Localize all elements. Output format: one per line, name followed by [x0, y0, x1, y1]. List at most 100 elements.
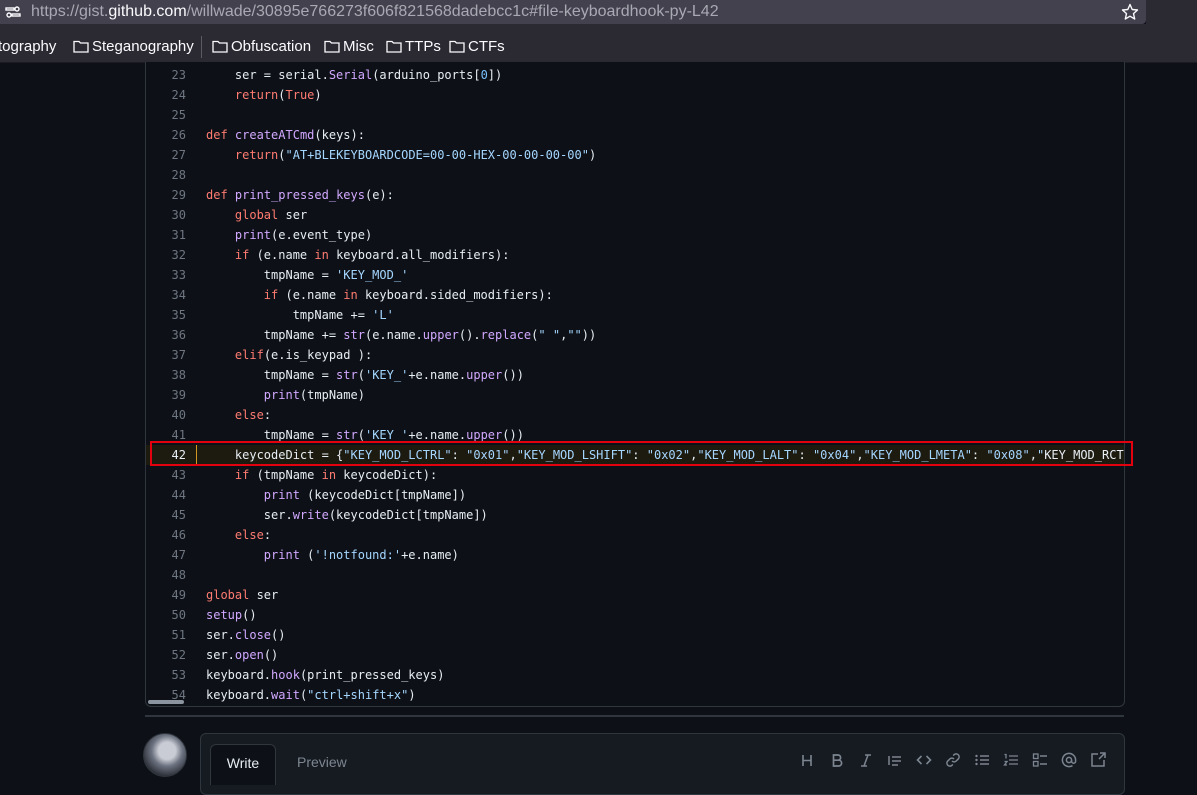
tab-write[interactable]: Write — [210, 744, 276, 785]
line-number[interactable]: 40 — [146, 405, 186, 425]
code-icon[interactable] — [916, 752, 932, 768]
line-number[interactable]: 52 — [146, 645, 186, 665]
task-list-icon[interactable] — [1032, 752, 1048, 768]
code-text: print(e.event_type) — [234, 228, 373, 242]
mention-icon[interactable] — [1061, 752, 1077, 768]
reference-icon[interactable] — [1090, 752, 1106, 768]
ordered-list-icon[interactable] — [1003, 752, 1019, 768]
line-number[interactable]: 51 — [146, 625, 186, 645]
url-bar[interactable]: https://gist.github.com/willwade/30895e7… — [0, 0, 1146, 24]
code-text: if (tmpName in keycodeDict): — [234, 468, 438, 482]
code-text: if (e.name in keyboard.all_modifiers): — [234, 248, 510, 262]
bookmarks-bar: tography Steganography Obfuscation Misc … — [0, 24, 1197, 63]
line-number[interactable]: 27 — [146, 145, 186, 165]
line-number[interactable]: 34 — [146, 285, 186, 305]
code-text: keyboard.hook(print_pressed_keys) — [206, 668, 445, 682]
url-domain: github.com — [108, 3, 187, 20]
line-number[interactable]: 48 — [146, 565, 186, 585]
code-line: 51 ser.close() — [146, 625, 1124, 645]
line-number[interactable]: 50 — [146, 605, 186, 625]
code-text: tmpName = str('KEY_'+e.name.upper()) — [206, 368, 524, 382]
code-line: 53 keyboard.hook(print_pressed_keys) — [146, 665, 1124, 685]
line-number[interactable]: 36 — [146, 325, 186, 345]
code-line: 44 print (keycodeDict[tmpName]) — [146, 485, 1124, 505]
code-text: keyboard.wait("ctrl+shift+x") — [206, 688, 416, 702]
code-line: 30 global ser — [146, 205, 1124, 225]
bookmark-star-icon[interactable] — [1121, 3, 1139, 21]
line-number[interactable]: 44 — [146, 485, 186, 505]
code-line: 38 tmpName = str('KEY_'+e.name.upper()) — [146, 365, 1124, 385]
line-number[interactable]: 41 — [146, 425, 186, 445]
code-line: 31 print(e.event_type) — [146, 225, 1124, 245]
line-number[interactable]: 42 — [146, 445, 186, 465]
line-number[interactable]: 29 — [146, 185, 186, 205]
line-number[interactable]: 28 — [146, 165, 186, 185]
bold-icon[interactable] — [829, 752, 845, 768]
code-text: else: — [234, 528, 272, 542]
browser-chrome — [1146, 0, 1197, 24]
code-text: print(tmpName) — [263, 388, 365, 402]
code-line: 37 elif(e.is_keypad ): — [146, 345, 1124, 365]
tab-preview[interactable]: Preview — [297, 752, 347, 772]
line-number[interactable]: 53 — [146, 665, 186, 685]
bookmark-folder-label: Obfuscation — [231, 38, 312, 55]
url-prefix: https://gist. — [31, 3, 109, 20]
unordered-list-icon[interactable] — [974, 752, 990, 768]
code-line: 50 setup() — [146, 605, 1124, 625]
folder-icon — [73, 40, 89, 53]
horizontal-scrollbar[interactable] — [148, 700, 184, 704]
line-number[interactable]: 45 — [146, 505, 186, 525]
code-line: 54 keyboard.wait("ctrl+shift+x") — [146, 685, 1124, 705]
code-line: 52 ser.open() — [146, 645, 1124, 665]
code-view: 54 keyboard.wait("ctrl+shift+x") 53 keyboar… — [145, 62, 1125, 707]
quote-icon[interactable] — [887, 752, 903, 768]
line-number[interactable]: 23 — [146, 65, 186, 85]
comment-editor: Write Preview — [200, 733, 1125, 795]
bookmark-folder-label: Steganography — [92, 38, 194, 55]
url-text[interactable]: https://gist.github.com/willwade/30895e7… — [31, 3, 719, 21]
code-line: 34 if (e.name in keyboard.sided_modifier… — [146, 285, 1124, 305]
line-number[interactable]: 30 — [146, 205, 186, 225]
code-text: ser.write(keycodeDict[tmpName]) — [206, 508, 488, 522]
line-number[interactable]: 26 — [146, 125, 186, 145]
line-number[interactable]: 47 — [146, 545, 186, 565]
code-line: 47 print ('!notfound:'+e.name) — [146, 545, 1124, 565]
section-divider — [145, 715, 1124, 717]
line-number[interactable]: 32 — [146, 245, 186, 265]
folder-icon — [212, 40, 228, 53]
bookmark-folder-label: TTPs — [405, 38, 441, 55]
line-number[interactable]: 43 — [146, 465, 186, 485]
line-number[interactable]: 49 — [146, 585, 186, 605]
line-number[interactable]: 39 — [146, 385, 186, 405]
code-line: 36 tmpName += str(e.name.upper().replace… — [146, 325, 1124, 345]
line-number[interactable]: 38 — [146, 365, 186, 385]
code-text: keycodeDict = {"KEY_MOD_LCTRL": "0x01","… — [206, 448, 1125, 462]
line-number[interactable]: 35 — [146, 305, 186, 325]
folder-icon — [449, 40, 465, 53]
code-text: print ('!notfound:'+e.name) — [263, 548, 459, 562]
line-number[interactable]: 37 — [146, 345, 186, 365]
code-line: 48 — [146, 565, 1124, 585]
link-icon[interactable] — [945, 752, 961, 768]
code-text: global ser — [234, 208, 308, 222]
code-text: def createATCmd(keys): — [206, 128, 365, 142]
line-number[interactable]: 46 — [146, 525, 186, 545]
folder-icon — [324, 40, 340, 53]
line-number[interactable]: 33 — [146, 265, 186, 285]
code-line: 29 def print_pressed_keys(e): — [146, 185, 1124, 205]
code-text: elif(e.is_keypad ): — [234, 348, 373, 362]
site-info-icon[interactable] — [5, 4, 21, 20]
line-number[interactable]: 31 — [146, 225, 186, 245]
code-line: 40 else: — [146, 405, 1124, 425]
code-text: if (e.name in keyboard.sided_modifiers): — [263, 288, 553, 302]
line-number[interactable]: 25 — [146, 105, 186, 125]
avatar[interactable] — [143, 733, 187, 777]
code-text: else: — [234, 408, 272, 422]
heading-icon[interactable] — [799, 752, 815, 768]
code-line: 35 tmpName += 'L' — [146, 305, 1124, 325]
code-text: tmpName += 'L' — [206, 308, 394, 322]
code-line-highlighted: 42 keycodeDict = {"KEY_MOD_LCTRL": "0x01… — [146, 445, 1124, 465]
italic-icon[interactable] — [858, 752, 874, 768]
code-text: ser = serial.Serial(arduino_ports[0]) — [206, 68, 503, 82]
line-number[interactable]: 24 — [146, 85, 186, 105]
